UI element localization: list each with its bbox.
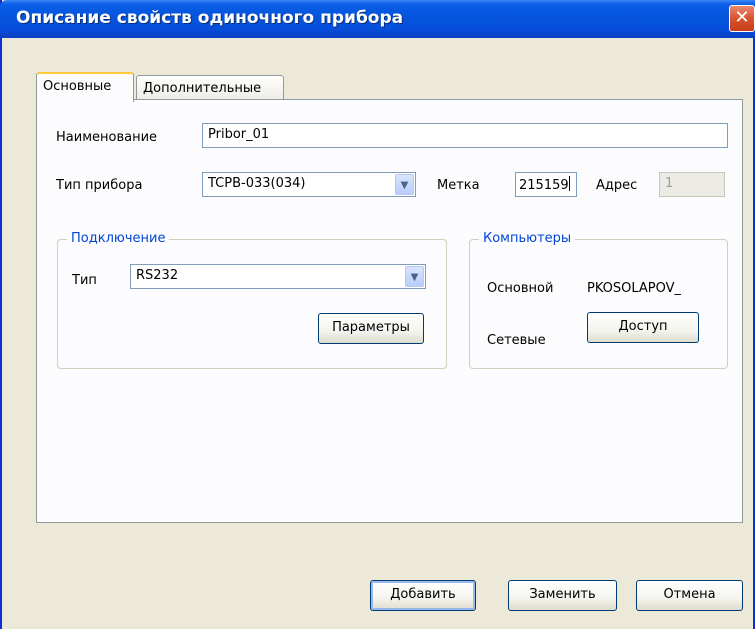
primary-computer-label: Основной (487, 281, 554, 296)
chevron-down-icon[interactable]: ▼ (395, 174, 414, 195)
computers-group: Компьютеры Основной PKOSOLAPOV_ Сетевые … (469, 231, 728, 369)
name-value: Pribor_01 (208, 127, 270, 142)
device-type-value: TCPB-033(034) (208, 176, 306, 191)
parameters-button-label: Параметры (332, 320, 410, 335)
add-button-label: Добавить (390, 587, 456, 602)
network-computers-label: Сетевые (487, 333, 546, 348)
replace-button[interactable]: Заменить (508, 580, 617, 611)
parameters-button[interactable]: Параметры (318, 313, 424, 344)
dialog-window: Описание свойств одиночного прибора ✕ Ос… (0, 0, 755, 629)
text-caret (568, 176, 570, 191)
tab-main[interactable]: Основные (36, 72, 134, 102)
device-type-select[interactable]: TCPB-033(034) ▼ (202, 172, 416, 197)
computers-group-title: Компьютеры (479, 231, 576, 246)
connection-type-label: Тип (72, 273, 97, 288)
address-input[interactable]: 1 (659, 172, 725, 197)
chevron-down-icon[interactable]: ▼ (405, 266, 424, 287)
name-label: Наименование (56, 130, 158, 145)
window-title: Описание свойств одиночного прибора (16, 8, 404, 28)
cancel-button[interactable]: Отмена (636, 580, 743, 611)
access-button[interactable]: Доступ (587, 312, 699, 343)
connection-type-select[interactable]: RS232 ▼ (130, 264, 426, 289)
tag-label: Метка (437, 178, 480, 193)
close-icon: ✕ (734, 7, 750, 28)
add-button[interactable]: Добавить (370, 580, 476, 611)
tab-additional[interactable]: Дополнительные (136, 75, 284, 101)
connection-group-title: Подключение (67, 231, 170, 246)
device-type-label: Тип прибора (56, 178, 143, 193)
connection-type-value: RS232 (136, 268, 179, 283)
access-button-label: Доступ (618, 319, 668, 334)
connection-group: Подключение Тип RS232 ▼ Параметры (57, 231, 447, 369)
address-label: Адрес (596, 178, 638, 193)
name-input[interactable]: Pribor_01 (202, 123, 728, 148)
tag-value: 215159 (519, 178, 569, 193)
tab-additional-label: Дополнительные (143, 81, 262, 96)
address-value: 1 (665, 176, 674, 191)
tag-input[interactable]: 215159 (515, 172, 577, 197)
close-button[interactable]: ✕ (729, 5, 755, 32)
replace-button-label: Заменить (529, 587, 596, 602)
cancel-button-label: Отмена (663, 587, 716, 602)
primary-computer-value: PKOSOLAPOV_ (587, 281, 682, 296)
title-bar[interactable]: Описание свойств одиночного прибора ✕ (0, 0, 755, 38)
tab-panel-main: Наименование Pribor_01 Тип прибора TCPB-… (36, 99, 743, 523)
tab-main-label: Основные (43, 79, 112, 94)
